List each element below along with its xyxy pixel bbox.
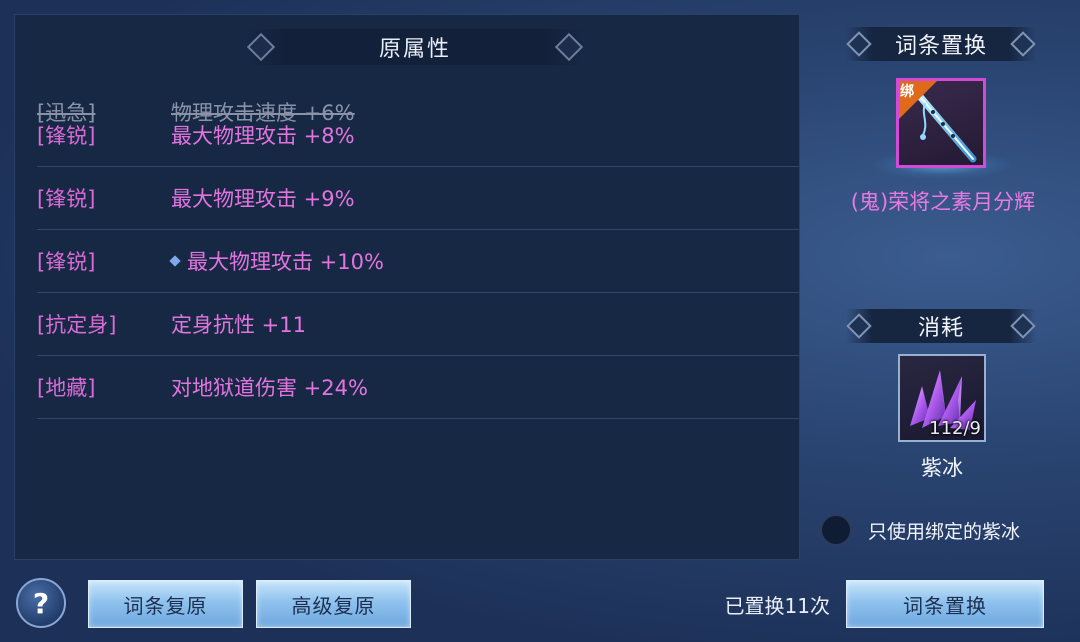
original-attributes-panel: 原属性 [迅急] 物理攻击速度 +6% [锋锐] 最大物理攻击 +8% [锋锐]… [14,14,800,560]
attribute-row[interactable]: [锋锐] 最大物理攻击 +9% [37,167,799,230]
attribute-value: 对地狱道伤害 +24% [171,376,368,400]
attribute-value: 最大物理攻击 +8% [171,124,355,148]
cost-section-title: 消耗 [917,316,964,341]
attribute-tag: [锋锐] [37,187,96,211]
banner-ornament-right-icon [1010,31,1036,57]
replace-button[interactable]: 词条置换 [846,580,1044,628]
help-button[interactable]: ? [16,578,66,628]
original-attributes-header: 原属性 [245,29,585,65]
bound-badge: 绑 [899,81,939,121]
banner-ornament-left-icon [846,31,872,57]
replace-section-header: 词条置换 [846,27,1036,61]
bind-only-label: 只使用绑定的紫冰 [868,520,1021,543]
crystal-item-slot[interactable]: 112/9 [898,354,986,442]
cost-section-header: 消耗 [846,309,1036,343]
bind-only-radio[interactable] [820,514,852,546]
restore-button-label: 词条复原 [123,593,208,618]
restore-button[interactable]: 词条复原 [88,580,243,628]
advanced-restore-button-label: 高级复原 [291,593,376,618]
attribute-tag: [抗定身] [37,313,117,337]
bound-badge-label: 绑 [900,84,914,100]
attribute-value-text: 最大物理攻击 +10% [187,250,384,274]
weapon-name: (鬼)荣将之素月分辉 [850,190,1036,214]
attribute-row[interactable]: [锋锐] 最大物理攻击 +10% [37,230,799,293]
banner-ornament-left-icon [846,313,872,339]
attribute-tag: [锋锐] [37,250,96,274]
attribute-row[interactable]: [抗定身] 定身抗性 +11 [37,293,799,356]
attribute-value: 最大物理攻击 +9% [171,187,355,211]
replace-button-label: 词条置换 [903,593,987,618]
question-icon: ? [32,586,50,620]
original-attributes-title: 原属性 [378,37,451,62]
replaced-count-text: 已置换11次 [724,594,830,618]
crystal-count: 112/9 [929,418,981,439]
banner-ornament-right-icon [554,32,584,62]
bind-only-toggle[interactable]: 只使用绑定的紫冰 [820,514,1020,546]
equipment-reforge-screen: 原属性 [迅急] 物理攻击速度 +6% [锋锐] 最大物理攻击 +8% [锋锐]… [0,0,1080,642]
weapon-item-slot[interactable]: 绑 [896,78,986,168]
attribute-value-marked: 最大物理攻击 +10% [169,246,384,276]
attribute-tag: [锋锐] [37,124,96,148]
attribute-row[interactable]: [锋锐] 最大物理攻击 +8% [37,104,799,167]
replace-section-title: 词条置换 [894,34,987,59]
attribute-row[interactable]: [地藏] 对地狱道伤害 +24% [37,356,799,419]
banner-ornament-left-icon [246,32,276,62]
diamond-marker-icon [169,255,181,267]
banner-ornament-right-icon [1010,313,1036,339]
attribute-value: 定身抗性 +11 [171,313,306,337]
attribute-tag: [地藏] [37,376,96,400]
advanced-restore-button[interactable]: 高级复原 [256,580,411,628]
crystal-name: 紫冰 [921,456,963,480]
